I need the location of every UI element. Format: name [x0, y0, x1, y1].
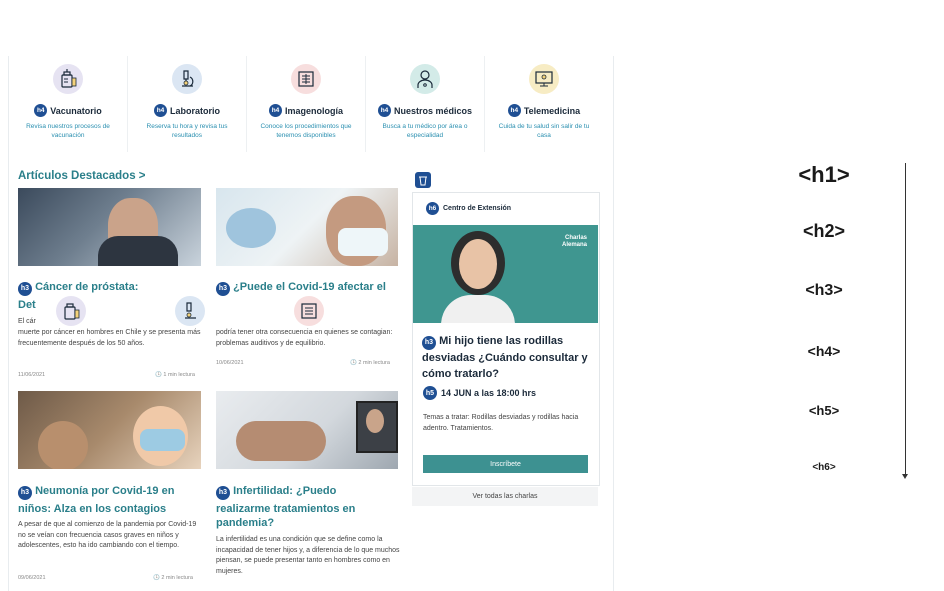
- article-read-time: 🕓 1 min lectura: [155, 372, 195, 378]
- article-date: 11/06/2021: [18, 372, 46, 378]
- talk-title[interactable]: h3 Mi hijo tiene las rodillas desviadas …: [422, 333, 594, 382]
- article-title[interactable]: h3 ¿Puede el Covid-19 afectar el: [216, 278, 386, 296]
- service-description: Revisa nuestros procesos de vacunación: [26, 123, 110, 139]
- heading-level-badge: h3: [18, 486, 32, 500]
- heading-scale-h3: <h3>: [805, 282, 843, 299]
- heading-level-badge: h3: [216, 486, 230, 500]
- service-title: Imagenología: [284, 105, 343, 116]
- trash-icon[interactable]: [415, 172, 431, 188]
- heading-level-badge: h3: [422, 336, 436, 350]
- article-body: A pesar de que al comienzo de la pandemi…: [18, 521, 197, 549]
- vaccine-icon: [53, 64, 83, 94]
- microscope-icon: [172, 64, 202, 94]
- telemedicine-icon: [529, 64, 559, 94]
- article-title[interactable]: h3 Neumonía por Covid-19 en: [18, 482, 174, 500]
- section-title[interactable]: Artículos Destacados >: [18, 170, 146, 182]
- article-title[interactable]: h3 Cáncer de próstata:: [18, 278, 138, 296]
- article-read-time: 🕓 2 min lectura: [153, 575, 193, 581]
- service-title: Vacunatorio: [50, 105, 102, 116]
- promo-image[interactable]: Charlas Alemana: [413, 225, 598, 323]
- heading-level-badge: h6: [426, 202, 439, 215]
- article-date: 10/06/2021: [216, 360, 244, 366]
- article-image[interactable]: [18, 391, 201, 469]
- view-all-talks-link[interactable]: Ver todas las charlas: [412, 487, 598, 506]
- service-description: Reserva tu hora y revisa tus resultados: [146, 123, 228, 139]
- service-laboratorio[interactable]: h4 Laboratorio Reserva tu hora y revisa t…: [128, 56, 247, 152]
- heading-level-badge: h4: [268, 104, 282, 117]
- heading-level-badge: h4: [377, 104, 391, 117]
- article-title-continued[interactable]: pandemia?: [216, 514, 274, 532]
- xray-icon: [294, 296, 324, 326]
- service-description: Conoce los procedimientos que tenemos di…: [260, 123, 352, 139]
- article-body: muerte por cáncer en hombres en Chile y …: [18, 329, 201, 347]
- service-vacunatorio[interactable]: h4 Vacunatorio Revisa nuestros procesos d…: [9, 56, 128, 152]
- service-title: Laboratorio: [169, 105, 220, 116]
- article-body: La infertilidad es una condición que se …: [216, 536, 400, 575]
- promo-label: Charlas Alemana: [561, 235, 587, 248]
- heading-level-badge: h4: [507, 104, 521, 117]
- vaccine-icon: [56, 296, 86, 326]
- arrow-down-icon: [902, 474, 908, 479]
- heading-level-badge: h3: [18, 282, 32, 296]
- article-date: 09/06/2021: [18, 575, 46, 581]
- service-description: Busca a tu médico por área o especialida…: [382, 123, 468, 139]
- service-title: Telemedicina: [523, 105, 581, 116]
- heading-level-badge: h3: [216, 282, 230, 296]
- heading-scale-h2: <h2>: [802, 221, 846, 241]
- heading-level-badge: h4: [34, 104, 48, 117]
- heading-scale-h4: <h4>: [807, 343, 841, 359]
- article-image[interactable]: [216, 188, 398, 266]
- article-title[interactable]: h3 Infertilidad: ¿Puedo: [216, 482, 336, 500]
- article-image[interactable]: [216, 391, 398, 469]
- heading-level-badge: h5: [423, 386, 437, 400]
- article-read-time: 🕓 2 min lectura: [350, 360, 390, 366]
- service-imagenologia[interactable]: h4 Imagenología Conoce los procedimientos…: [247, 56, 366, 152]
- card-header-label: Centro de Extensión: [443, 205, 512, 212]
- talk-date: h5 14 JUN a las 18:00 hrs: [423, 386, 536, 400]
- service-description: Cuida de tu salud sin salir de tu casa: [498, 123, 590, 139]
- microscope-icon: [175, 296, 205, 326]
- article-title-continued[interactable]: niños: Alza en los contagios: [18, 500, 166, 518]
- talk-topics: Temas a tratar: Rodillas desviadas y rod…: [423, 414, 579, 432]
- register-button[interactable]: Inscríbete: [423, 455, 588, 473]
- services-bar: h4 Vacunatorio Revisa nuestros procesos d…: [8, 56, 614, 153]
- article-image[interactable]: [18, 188, 201, 266]
- scale-arrow-line: [905, 163, 906, 475]
- xray-icon: [291, 64, 321, 94]
- service-title: Nuestros médicos: [393, 105, 473, 116]
- service-nuestros-medicos[interactable]: h4 Nuestros médicos Busca a tu médico por…: [366, 56, 485, 152]
- heading-level-badge: h4: [153, 104, 167, 117]
- service-telemedicina[interactable]: h4 Telemedicina Cuida de tu salud sin sal…: [485, 56, 603, 152]
- article-body: podría tener otra consecuencia en quiene…: [216, 329, 393, 347]
- card-header: h6 Centro de Extensión: [426, 202, 511, 215]
- article-body-fragment: El cár: [18, 318, 36, 325]
- heading-scale-h1: <h1>: [798, 162, 850, 187]
- heading-scale-h6: <h6>: [812, 462, 836, 473]
- doctor-icon: [410, 64, 440, 94]
- article-title-continued[interactable]: Det: [18, 296, 36, 314]
- heading-scale-h5: <h5>: [808, 403, 840, 418]
